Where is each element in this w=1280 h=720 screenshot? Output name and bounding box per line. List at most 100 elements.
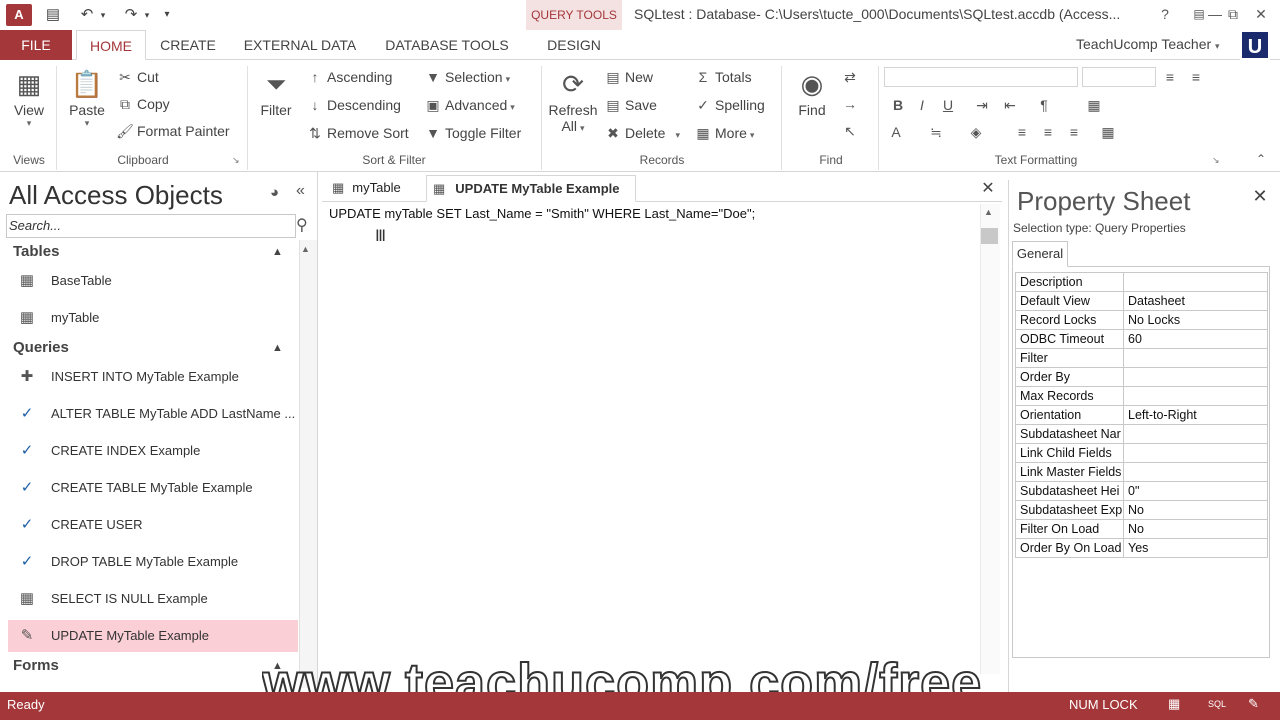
- advanced-button[interactable]: ▣ Advanced ▾: [424, 93, 514, 117]
- save-icon[interactable]: ▤: [42, 4, 64, 26]
- nav-section-tables[interactable]: Tables: [13, 243, 59, 260]
- property-value[interactable]: Left-to-Right: [1123, 405, 1268, 425]
- delete-record-button[interactable]: ✖ Delete ▾: [604, 121, 680, 145]
- property-row[interactable]: Link Child Fields: [1015, 443, 1268, 463]
- gridlines-icon[interactable]: ▦: [1084, 94, 1104, 116]
- close-window-button[interactable]: ✕: [1246, 2, 1276, 26]
- property-row[interactable]: Subdatasheet Hei 0": [1015, 481, 1268, 501]
- tab-file[interactable]: FILE: [0, 30, 72, 60]
- nav-section-forms[interactable]: Forms: [13, 657, 59, 674]
- property-value[interactable]: 60: [1123, 329, 1268, 349]
- paste-button[interactable]: 📋 Paste ▾: [64, 66, 110, 129]
- list-item[interactable]: ▦ myTable: [8, 302, 298, 334]
- property-value[interactable]: [1123, 386, 1268, 406]
- dialog-launcher-icon[interactable]: ↘: [1212, 155, 1220, 166]
- design-view-icon[interactable]: ✎: [1248, 696, 1259, 712]
- list-item[interactable]: ▦ BaseTable: [8, 265, 298, 297]
- nav-section-queries[interactable]: Queries: [13, 339, 69, 356]
- tab-home[interactable]: HOME: [76, 30, 146, 60]
- property-row[interactable]: Filter On Load No: [1015, 519, 1268, 539]
- alternate-row-color-icon[interactable]: ▦: [1098, 121, 1118, 143]
- nav-scrollbar[interactable]: [299, 240, 317, 688]
- filter-button[interactable]: ⏷ Filter: [254, 66, 298, 118]
- paragraph-direction-icon[interactable]: ¶: [1034, 94, 1054, 116]
- view-button[interactable]: ▦ View ▾: [8, 66, 50, 129]
- bold-button[interactable]: B: [888, 94, 908, 116]
- sql-text[interactable]: UPDATE myTable SET Last_Name = "Smith" W…: [329, 206, 755, 221]
- collapse-ribbon-icon[interactable]: ⌃: [1256, 152, 1266, 166]
- replace-icon[interactable]: ⇄: [840, 66, 860, 88]
- tab-create[interactable]: CREATE: [158, 30, 218, 60]
- scroll-thumb[interactable]: [981, 228, 998, 244]
- customize-toolbar-icon[interactable]: ▾: [160, 4, 174, 26]
- datasheet-view-icon[interactable]: ▦: [1168, 696, 1180, 712]
- property-row[interactable]: Record Locks No Locks: [1015, 310, 1268, 330]
- totals-button[interactable]: Σ Totals: [694, 65, 752, 89]
- remove-sort-button[interactable]: ⇅ Remove Sort: [306, 121, 409, 145]
- list-item[interactable]: ✓ ALTER TABLE MyTable ADD LastName ...: [8, 398, 298, 430]
- shutter-bar-close-icon[interactable]: «: [296, 182, 305, 200]
- property-value[interactable]: [1123, 272, 1268, 292]
- help-button[interactable]: ?: [1150, 2, 1180, 26]
- highlight-icon[interactable]: ≒: [926, 121, 946, 143]
- new-record-button[interactable]: ▤ New: [604, 65, 653, 89]
- save-record-button[interactable]: ▤ Save: [604, 93, 657, 117]
- list-item[interactable]: ▦ SELECT IS NULL Example: [8, 583, 298, 615]
- property-row[interactable]: Subdatasheet Exp No: [1015, 500, 1268, 520]
- property-value[interactable]: No: [1123, 519, 1268, 539]
- list-item[interactable]: ✓ DROP TABLE MyTable Example: [8, 546, 298, 578]
- property-row[interactable]: Max Records: [1015, 386, 1268, 406]
- collapse-icon[interactable]: ▲: [272, 342, 283, 354]
- align-center-icon[interactable]: ≡: [1038, 121, 1058, 143]
- nav-pane-title[interactable]: All Access Objects: [9, 180, 223, 211]
- property-row[interactable]: Subdatasheet Nar: [1015, 424, 1268, 444]
- property-value[interactable]: [1123, 348, 1268, 368]
- list-item[interactable]: ✚ INSERT INTO MyTable Example: [8, 361, 298, 393]
- format-painter-button[interactable]: 🖌 Format Painter: [116, 119, 229, 143]
- tab-mytable[interactable]: ▦ myTable: [332, 175, 424, 202]
- search-icon[interactable]: ⚲: [296, 215, 308, 235]
- selection-button[interactable]: ▼ Selection ▾: [424, 65, 510, 89]
- property-row[interactable]: Order By On Load Yes: [1015, 538, 1268, 558]
- find-button[interactable]: ◉ Find: [790, 66, 834, 118]
- bullets-icon[interactable]: ≡: [1160, 66, 1180, 88]
- tab-external-data[interactable]: EXTERNAL DATA: [236, 30, 364, 60]
- user-account-name[interactable]: TeachUcomp Teacher ▾: [1076, 36, 1220, 52]
- more-button[interactable]: ▦ More ▾: [694, 121, 754, 145]
- decrease-indent-icon[interactable]: ⇤: [1000, 94, 1020, 116]
- property-value[interactable]: 0": [1123, 481, 1268, 501]
- tab-update-query[interactable]: ▦ UPDATE MyTable Example: [426, 175, 636, 202]
- avatar[interactable]: U: [1240, 30, 1270, 60]
- undo-icon[interactable]: ↶: [76, 4, 98, 26]
- dialog-launcher-icon[interactable]: ↘: [232, 155, 240, 166]
- property-row[interactable]: Link Master Fields: [1015, 462, 1268, 482]
- scroll-up-icon[interactable]: ▲: [984, 207, 993, 217]
- redo-dropdown-icon[interactable]: ▾: [140, 4, 154, 26]
- sql-view-button[interactable]: SQL: [1208, 699, 1226, 709]
- font-size-combo[interactable]: [1082, 67, 1156, 87]
- scroll-up-icon[interactable]: ▲: [301, 244, 310, 254]
- fill-color-icon[interactable]: ◈: [966, 121, 986, 143]
- align-right-icon[interactable]: ≡: [1064, 121, 1084, 143]
- property-row[interactable]: Description: [1015, 272, 1268, 292]
- property-value[interactable]: Datasheet: [1123, 291, 1268, 311]
- spelling-button[interactable]: ✓ Spelling: [694, 93, 765, 117]
- list-item[interactable]: ✓ CREATE INDEX Example: [8, 435, 298, 467]
- property-value[interactable]: No: [1123, 500, 1268, 520]
- collapse-icon[interactable]: ▲: [272, 246, 283, 258]
- toggle-filter-button[interactable]: ▼ Toggle Filter: [424, 121, 521, 145]
- property-row[interactable]: Filter: [1015, 348, 1268, 368]
- undo-dropdown-icon[interactable]: ▾: [96, 4, 110, 26]
- restore-button[interactable]: ⧉: [1218, 2, 1248, 26]
- underline-button[interactable]: U: [938, 94, 958, 116]
- go-to-icon[interactable]: →: [840, 93, 860, 115]
- property-row[interactable]: ODBC Timeout 60: [1015, 329, 1268, 349]
- property-value[interactable]: No Locks: [1123, 310, 1268, 330]
- property-value[interactable]: [1123, 443, 1268, 463]
- property-value[interactable]: [1123, 424, 1268, 444]
- property-value[interactable]: [1123, 367, 1268, 387]
- property-row[interactable]: Orientation Left-to-Right: [1015, 405, 1268, 425]
- tab-design[interactable]: DESIGN: [536, 30, 612, 60]
- sql-editor[interactable]: [326, 204, 978, 692]
- property-value[interactable]: Yes: [1123, 538, 1268, 558]
